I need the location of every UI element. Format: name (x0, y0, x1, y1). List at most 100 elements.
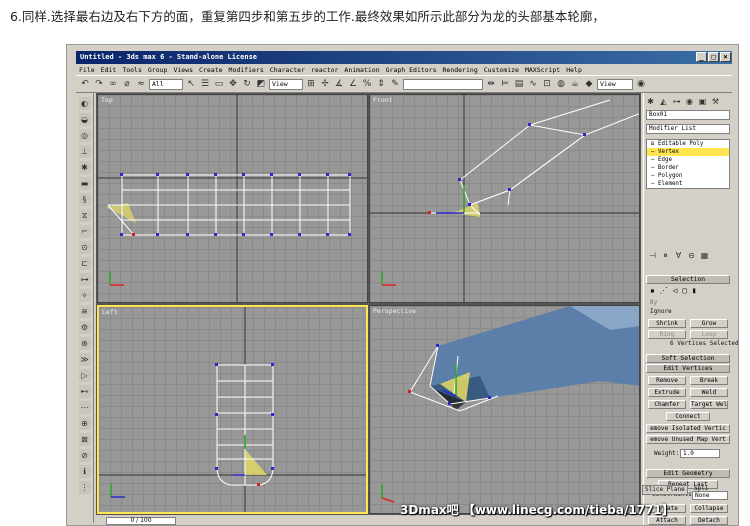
viewport-perspective[interactable]: Perspective (369, 305, 640, 514)
edit-vertices-rollout[interactable]: Edit Vertices (646, 364, 730, 373)
menu-maxscript[interactable]: MAXScript (525, 65, 560, 75)
connect-button[interactable]: Connect (666, 412, 710, 421)
menu-reactor[interactable]: reactor (311, 65, 338, 75)
show-end-result-icon[interactable]: ⏸ (660, 250, 671, 261)
extrude-button[interactable]: Extrude (648, 388, 686, 397)
minimize-button[interactable]: _ (696, 52, 707, 62)
ignore-backfacing-checkbox[interactable]: Ignore (650, 308, 672, 316)
stack-item-edge[interactable]: — Edge (647, 156, 729, 164)
menu-animation[interactable]: Animation (344, 65, 379, 75)
modify-tab-icon[interactable]: ◭ (658, 96, 669, 107)
remove-modifier-icon[interactable]: ⊝ (686, 250, 697, 261)
rotate-icon[interactable]: ↻ (241, 78, 253, 90)
reactor-soft-icon[interactable]: ◎ (78, 129, 91, 142)
reactor-water-icon[interactable]: ≋ (78, 305, 91, 318)
subobject-icons[interactable]: ▪ ⋰ ◁ ▢ ▮ (650, 287, 697, 295)
menu-tools[interactable]: Tools (122, 65, 142, 75)
remove-isolated-vertices-button[interactable]: emove Isolated Vertic (646, 424, 730, 433)
shrink-button[interactable]: Shrink (648, 319, 686, 328)
reactor-extra-icon[interactable]: ⋮ (78, 481, 91, 494)
detach-button[interactable]: Detach (690, 516, 728, 525)
reactor-car-icon[interactable]: ⊶ (78, 273, 91, 286)
hierarchy-tab-icon[interactable]: ⊶ (671, 96, 682, 107)
region-select-icon[interactable]: ▭ (213, 78, 225, 90)
reactor-prismatic-icon[interactable]: ⊏ (78, 257, 91, 270)
bind-space-warp-icon[interactable]: ≈ (135, 78, 147, 90)
menu-file[interactable]: File (79, 65, 95, 75)
weight-spinner[interactable]: 1.0 (680, 449, 720, 458)
maximize-button[interactable]: □ (708, 52, 719, 62)
by-vertex-checkbox[interactable]: By (650, 299, 657, 307)
menu-group[interactable]: Group (148, 65, 168, 75)
pivot-icon[interactable]: ⊞ (305, 78, 317, 90)
grow-button[interactable]: Grow (690, 319, 728, 328)
reactor-rope-icon[interactable]: ⊥ (78, 145, 91, 158)
reactor-analyze-icon[interactable]: ⋯ (78, 401, 91, 414)
utilities-tab-icon[interactable]: ⚒ (710, 96, 721, 107)
select-by-name-icon[interactable]: ☰ (199, 78, 211, 90)
remove-button[interactable]: Remove (648, 376, 686, 385)
menu-modifiers[interactable]: Modifiers (229, 65, 264, 75)
motion-tab-icon[interactable]: ◉ (684, 96, 695, 107)
viewport-front[interactable]: Front (369, 94, 640, 303)
menu-rendering[interactable]: Rendering (443, 65, 478, 75)
select-object-icon[interactable]: ↖ (185, 78, 197, 90)
quick-render-icon[interactable]: ◆ (583, 78, 595, 90)
undo-icon[interactable]: ↶ (79, 78, 91, 90)
menu-customize[interactable]: Customize (484, 65, 519, 75)
reactor-preview-icon[interactable]: ▷ (78, 369, 91, 382)
reference-coord-combo[interactable]: View (269, 78, 303, 90)
reactor-clean-icon[interactable]: ⊘ (78, 449, 91, 462)
scale-icon[interactable]: ◩ (255, 78, 267, 90)
viewport-left[interactable]: Left (97, 305, 368, 514)
render-scene-icon[interactable]: ☕ (569, 78, 581, 90)
stack-item-polygon[interactable]: — Polygon (647, 172, 729, 180)
close-button[interactable]: × (720, 52, 731, 62)
reactor-properties-icon[interactable]: ⊕ (78, 417, 91, 430)
angle-snap-icon[interactable]: ∠ (347, 78, 359, 90)
configure-sets-icon[interactable]: ▦ (699, 250, 710, 261)
reactor-plane-icon[interactable]: ▬ (78, 177, 91, 190)
object-name-field[interactable]: Box01 (646, 110, 730, 120)
pin-stack-icon[interactable]: ⊣ (647, 250, 658, 261)
mirror-icon[interactable]: ⇹ (485, 78, 497, 90)
reactor-spring-icon[interactable]: § (78, 193, 91, 206)
layer-icon[interactable]: ▤ (513, 78, 525, 90)
named-selection-combo[interactable] (403, 78, 483, 90)
align-icon[interactable]: ⊨ (499, 78, 511, 90)
link-icon[interactable]: ∞ (107, 78, 119, 90)
selection-filter-combo[interactable]: All (149, 78, 183, 90)
reactor-mesh-icon[interactable]: ⊠ (78, 433, 91, 446)
slice-plane-button[interactable]: Slice Plane (642, 485, 688, 495)
viewport-top[interactable]: Top (97, 94, 368, 303)
reactor-create-keys-icon[interactable]: ⊷ (78, 385, 91, 398)
unlink-icon[interactable]: ⌀ (121, 78, 133, 90)
stack-item-vertex[interactable]: — Vertex (647, 148, 729, 156)
time-slider[interactable]: 0 / 100 (106, 516, 176, 525)
reactor-point-icon[interactable]: ⊙ (78, 241, 91, 254)
reactor-rigid-icon[interactable]: ◐ (78, 97, 91, 110)
menu-edit[interactable]: Edit (101, 65, 117, 75)
manipulate-icon[interactable]: ✢ (319, 78, 331, 90)
remove-unused-map-verts-button[interactable]: emove Unused Map Vert (646, 435, 730, 444)
break-button[interactable]: Break (690, 376, 728, 385)
menu-character[interactable]: Character (270, 65, 305, 75)
menu-graph-editors[interactable]: Graph Editors (386, 65, 437, 75)
reactor-toy-car-icon[interactable]: ⚙ (78, 321, 91, 334)
soft-selection-rollout[interactable]: Soft Selection (646, 354, 730, 363)
display-tab-icon[interactable]: ▣ (697, 96, 708, 107)
menu-create[interactable]: Create (199, 65, 222, 75)
stack-item-border[interactable]: — Border (647, 164, 729, 172)
curve-editor-icon[interactable]: ∿ (527, 78, 539, 90)
reactor-dashpot-icon[interactable]: ⧖ (78, 209, 91, 222)
make-unique-icon[interactable]: ∀ (673, 250, 684, 261)
split-checkbox[interactable]: Spli (694, 485, 708, 493)
schematic-icon[interactable]: ⊡ (541, 78, 553, 90)
stack-item-element[interactable]: — Element (647, 180, 729, 188)
chamfer-button[interactable]: Chamfer (648, 400, 686, 409)
selection-rollout[interactable]: Selection (646, 275, 730, 284)
modifier-list-combo[interactable]: Modifier List (646, 124, 730, 134)
render-type-combo[interactable]: View (597, 78, 633, 90)
spinner-snap-icon[interactable]: ⇕ (375, 78, 387, 90)
loop-button[interactable]: Loop (690, 330, 728, 339)
